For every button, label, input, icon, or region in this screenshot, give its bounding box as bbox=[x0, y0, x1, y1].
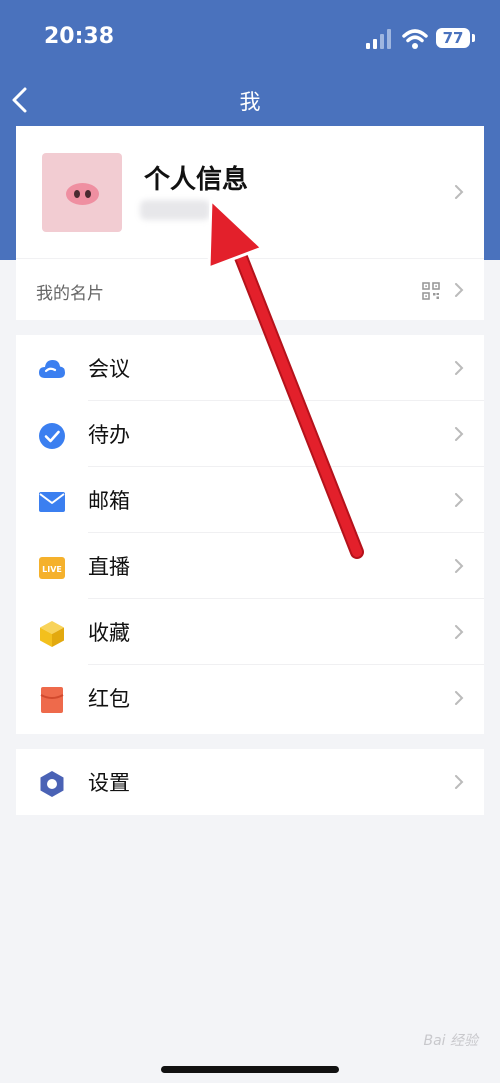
menu-item-favorites[interactable]: 收藏 bbox=[16, 599, 484, 665]
cloud-icon bbox=[39, 360, 65, 378]
menu-item-red-envelope[interactable]: 红包 bbox=[16, 665, 484, 731]
chevron-right-icon bbox=[455, 185, 464, 199]
battery-tip bbox=[472, 34, 475, 42]
menu-item-mail[interactable]: 邮箱 bbox=[16, 467, 484, 533]
red-envelope-icon bbox=[40, 687, 64, 713]
status-time: 20:38 bbox=[44, 24, 115, 49]
nav-bar: 我 bbox=[0, 78, 500, 124]
chevron-right-icon bbox=[455, 691, 464, 705]
menu-card: 会议 待办 邮箱 LIVE 直播 收藏 红包 bbox=[16, 335, 484, 734]
business-card-row[interactable]: 我的名片 bbox=[16, 259, 484, 320]
watermark: Bai 经验 bbox=[423, 1033, 478, 1049]
profile-name: 个人信息 bbox=[144, 165, 249, 195]
business-card-label: 我的名片 bbox=[36, 284, 104, 304]
settings-card: 设置 bbox=[16, 749, 484, 815]
blurred-account-id bbox=[140, 200, 210, 220]
chevron-right-icon bbox=[455, 361, 464, 375]
chevron-right-icon bbox=[455, 427, 464, 441]
qr-code-icon[interactable] bbox=[422, 282, 440, 300]
live-icon: LIVE bbox=[39, 557, 65, 579]
status-indicators: 77 bbox=[366, 26, 476, 52]
wifi-icon bbox=[402, 29, 428, 49]
menu-item-live[interactable]: LIVE 直播 bbox=[16, 533, 484, 599]
home-indicator[interactable] bbox=[161, 1066, 339, 1073]
pig-nose-icon bbox=[66, 183, 99, 205]
status-bar: 20:38 77 bbox=[0, 0, 500, 78]
box-icon bbox=[40, 621, 64, 647]
mail-icon bbox=[39, 492, 65, 512]
menu-item-settings[interactable]: 设置 bbox=[16, 749, 484, 815]
chevron-right-icon bbox=[455, 493, 464, 507]
menu-item-todo[interactable]: 待办 bbox=[16, 401, 484, 467]
page-title: 我 bbox=[239, 90, 261, 114]
avatar[interactable] bbox=[42, 153, 122, 232]
menu-label: 待办 bbox=[88, 423, 130, 447]
signal-icon bbox=[366, 29, 391, 49]
menu-label: 红包 bbox=[88, 687, 130, 711]
chevron-right-icon bbox=[455, 559, 464, 573]
menu-label: 收藏 bbox=[88, 621, 130, 645]
battery-indicator: 77 bbox=[436, 28, 470, 48]
menu-label: 设置 bbox=[88, 771, 130, 795]
profile-row[interactable]: 个人信息 bbox=[16, 126, 484, 258]
check-circle-icon bbox=[39, 423, 65, 449]
menu-item-meeting[interactable]: 会议 bbox=[16, 335, 484, 401]
menu-label: 直播 bbox=[88, 555, 130, 579]
menu-label: 会议 bbox=[88, 357, 130, 381]
svg-text:LIVE: LIVE bbox=[42, 565, 62, 574]
profile-card: 个人信息 我的名片 bbox=[16, 126, 484, 320]
menu-label: 邮箱 bbox=[88, 489, 130, 513]
chevron-right-icon bbox=[455, 625, 464, 639]
chevron-right-icon bbox=[455, 775, 464, 789]
chevron-right-icon bbox=[455, 283, 464, 297]
settings-hex-icon bbox=[40, 771, 64, 797]
